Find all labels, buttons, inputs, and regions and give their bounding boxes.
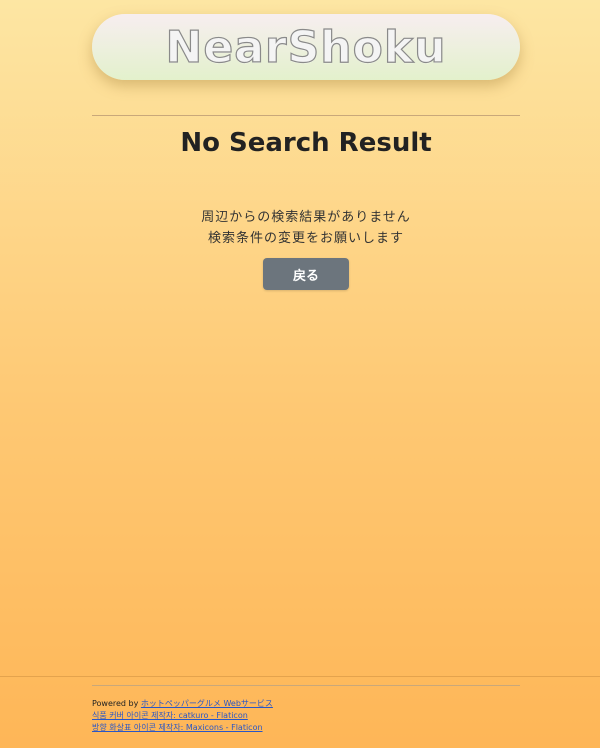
logo[interactable]: NearShoku (92, 14, 520, 80)
powered-by: Powered by ホットペッパーグルメ Webサービス (92, 698, 273, 710)
logo-text: NearShoku (165, 21, 447, 73)
footer: Powered by ホットペッパーグルメ Webサービス 식품 커버 아이콘 … (92, 698, 273, 734)
footer-divider (92, 685, 520, 686)
back-button[interactable]: 戻る (263, 258, 349, 290)
no-result-message: 周辺からの検索結果がありません (201, 210, 411, 225)
food-cover-credit-link[interactable]: 식품 커버 아이콘 제작자: catkuro - Flaticon (92, 711, 248, 720)
hotpepper-link[interactable]: ホットペッパーグルメ Webサービス (141, 699, 273, 708)
credit-line: 방향 화살표 아이콘 제작자: Maxicons - Flaticon (92, 722, 273, 734)
powered-by-label: Powered by (92, 699, 139, 708)
header-divider (92, 115, 520, 116)
change-conditions-message: 検索条件の変更をお願いします (207, 231, 404, 246)
page-title: No Search Result (180, 128, 432, 158)
credit-line: 식품 커버 아이콘 제작자: catkuro - Flaticon (92, 710, 273, 722)
footer-band-divider (0, 676, 600, 677)
arrow-credit-link[interactable]: 방향 화살표 아이콘 제작자: Maxicons - Flaticon (92, 723, 263, 732)
